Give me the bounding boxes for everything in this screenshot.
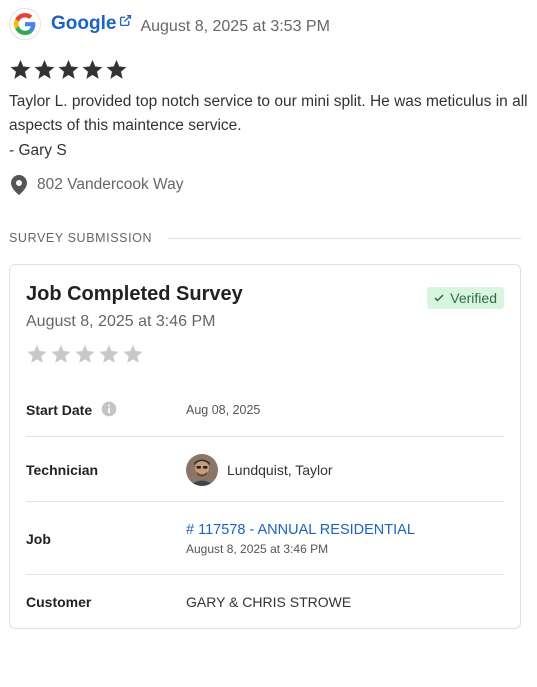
survey-date: August 8, 2025 at 3:46 PM: [26, 313, 216, 330]
technician-name: Lundquist, Taylor: [227, 462, 333, 478]
avatar: [186, 454, 218, 486]
star-icon[interactable]: [50, 343, 72, 365]
google-source-link[interactable]: Google: [51, 13, 132, 35]
row-divider: [26, 574, 504, 575]
job-value-wrap: # 117578 - ANNUAL RESIDENTIAL August 8, …: [186, 522, 415, 556]
google-logo-icon: [9, 8, 41, 40]
row-divider: [26, 436, 504, 437]
survey-rating[interactable]: [26, 343, 144, 365]
start-date-label-wrap: Start Date: [26, 401, 186, 420]
survey-title: Job Completed Survey: [26, 283, 243, 305]
job-date: August 8, 2025 at 3:46 PM: [186, 542, 329, 556]
job-row: Job # 117578 - ANNUAL RESIDENTIAL August…: [26, 519, 504, 559]
customer-label: Customer: [26, 594, 92, 610]
info-icon[interactable]: [101, 401, 117, 420]
start-date-value: Aug 08, 2025: [186, 403, 261, 417]
review-author: - Gary S: [9, 142, 67, 159]
row-divider: [26, 501, 504, 502]
technician-value-wrap: Lundquist, Taylor: [186, 454, 333, 486]
location-text: 802 Vandercook Way: [37, 176, 184, 193]
review-rating: [9, 58, 128, 81]
star-icon[interactable]: [98, 343, 120, 365]
verified-label: Verified: [450, 290, 497, 306]
map-pin-icon: [11, 175, 27, 195]
section-divider: SURVEY SUBMISSION: [9, 231, 521, 245]
star-icon: [34, 59, 55, 79]
star-icon[interactable]: [122, 343, 144, 365]
star-icon: [82, 59, 103, 79]
source-label[interactable]: Google: [51, 13, 116, 35]
section-label: SURVEY SUBMISSION: [9, 231, 153, 245]
check-icon: [434, 294, 444, 302]
review-text: Taylor L. provided top notch service to …: [9, 93, 528, 134]
technician-label: Technician: [26, 462, 99, 478]
review-location: 802 Vandercook Way: [11, 175, 183, 195]
customer-row: Customer GARY & CHRIS STROWE: [26, 591, 504, 613]
verified-badge: Verified: [427, 287, 504, 309]
review-date: August 8, 2025 at 3:53 PM: [140, 17, 330, 35]
star-icon: [106, 59, 127, 79]
star-icon: [58, 59, 79, 79]
start-date-label: Start Date: [26, 402, 93, 418]
star-icon: [10, 59, 31, 79]
divider-line: [168, 237, 521, 239]
technician-row: Technician Lundquist, Taylor: [26, 453, 504, 487]
star-icon[interactable]: [74, 343, 96, 365]
review-header: Google August 8, 2025 at 3:53 PM: [9, 8, 330, 40]
external-link-icon[interactable]: [119, 11, 132, 33]
customer-name: GARY & CHRIS STROWE: [186, 594, 352, 610]
start-date-row: Start Date Aug 08, 2025: [26, 398, 504, 422]
job-link[interactable]: # 117578 - ANNUAL RESIDENTIAL: [186, 522, 415, 538]
job-label: Job: [26, 531, 51, 547]
survey-card: Job Completed Survey August 8, 2025 at 3…: [9, 264, 521, 629]
star-icon[interactable]: [26, 343, 48, 365]
